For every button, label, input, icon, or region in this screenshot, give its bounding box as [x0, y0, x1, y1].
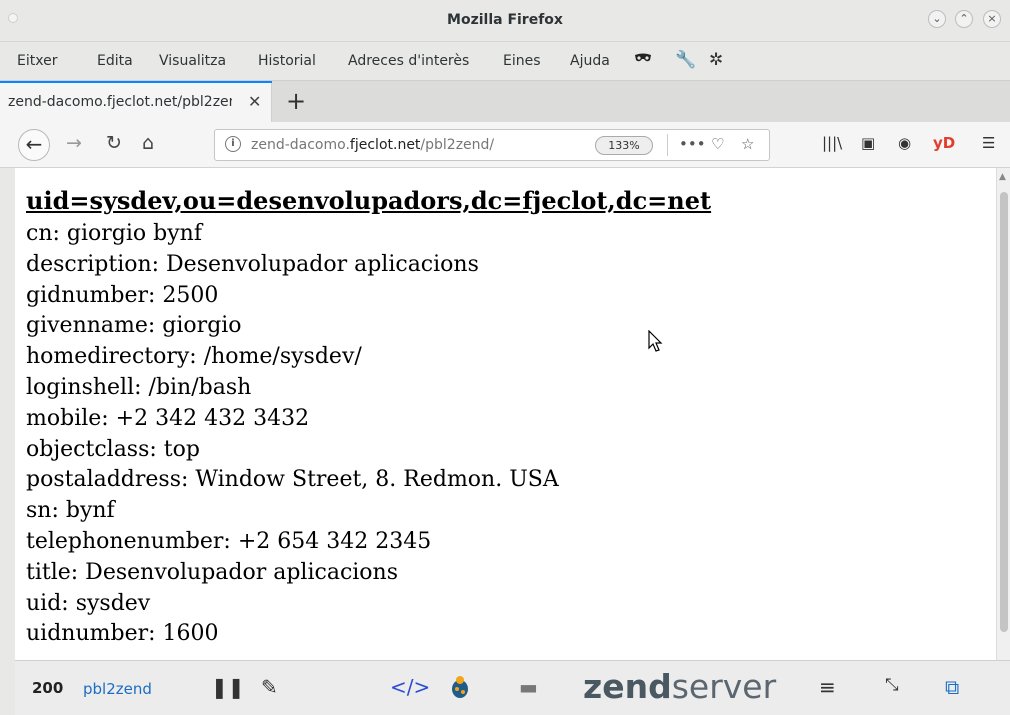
menu-visualitza[interactable]: Visualitza	[159, 53, 226, 69]
menu-edita[interactable]: Edita	[97, 53, 133, 69]
new-tab-icon[interactable]: +	[286, 87, 306, 115]
eraser-icon[interactable]: ✎	[261, 675, 278, 699]
tab-active-indicator	[0, 81, 272, 83]
sidebar-icon[interactable]: ▣	[861, 134, 875, 152]
url-text[interactable]: zend-dacomo.fjeclot.net/pbl2zend/	[251, 137, 494, 153]
gear-icon[interactable]: ✲	[709, 50, 723, 70]
zend-server-logo: zendserver	[583, 667, 777, 706]
attribute-line: objectclass: top	[26, 436, 200, 462]
page-content: uid=sysdev,ou=desenvolupadors,dc=fjeclot…	[15, 168, 996, 660]
wrench-icon[interactable]: 🔧	[675, 50, 696, 70]
yd-extension-icon[interactable]: yD	[933, 134, 955, 152]
tab-active[interactable]: zend-dacomo.fjeclot.net/pbl2zend ✕	[0, 81, 272, 123]
menu-fitxer[interactable]: Eitxer	[17, 53, 57, 69]
menu-ajuda[interactable]: Ajuda	[570, 53, 610, 69]
window-title: Mozilla Firefox	[447, 12, 563, 28]
tab-close-icon[interactable]: ✕	[248, 92, 261, 111]
attribute-line: description: Desenvolupador aplicacions	[26, 251, 479, 277]
attribute-line: loginshell: /bin/bash	[26, 374, 252, 400]
pocket-icon[interactable]: ♡	[711, 135, 724, 153]
attribute-line: cn: giorgio bynf	[26, 221, 202, 246]
site-info-icon[interactable]: i	[225, 136, 241, 152]
hamburger-menu-icon[interactable]: ☰	[982, 134, 995, 152]
entry-dn-link[interactable]: uid=sysdev,ou=desenvolupadors,dc=fjeclot…	[26, 186, 711, 215]
attribute-line: uidnumber: 1600	[26, 621, 219, 647]
mouse-cursor-icon	[648, 330, 663, 352]
http-status-code: 200	[32, 679, 64, 697]
zoom-level-badge[interactable]: 133%	[595, 136, 653, 155]
attribute-line: uid: sysdev	[26, 590, 151, 616]
menu-lines-icon[interactable]: ≡	[819, 675, 836, 699]
menu-bar: Eitxer Edita Visualitza Historial Adrece…	[0, 42, 1010, 80]
minimize-icon[interactable]: ⌄	[928, 10, 946, 28]
attribute-line: telephonenumber: +2 654 342 2345	[26, 528, 432, 554]
attribute-line: mobile: +2 342 432 3432	[26, 405, 310, 431]
window-titlebar: Mozilla Firefox ⌄ ⌃ ×	[0, 0, 1010, 42]
collapse-icon[interactable]: ⤡	[885, 675, 899, 695]
pause-icon[interactable]: ❚❚	[211, 675, 245, 699]
maximize-icon[interactable]: ⌃	[955, 10, 973, 28]
attribute-line: sn: bynf	[26, 498, 115, 524]
attribute-line: postaladdress: Window Street, 8. Redmon.…	[26, 467, 559, 493]
route-link[interactable]: pbl2zend	[83, 680, 152, 698]
attribute-line: gidnumber: 2500	[26, 282, 219, 308]
tab-bar: zend-dacomo.fjeclot.net/pbl2zend ✕ +	[0, 80, 1010, 123]
menu-eines[interactable]: Eines	[503, 53, 541, 69]
attribute-line: title: Desenvolupador aplicacions	[26, 559, 399, 585]
library-icon[interactable]: |||\	[822, 134, 842, 152]
comment-icon[interactable]: ▬	[519, 675, 538, 699]
page-actions-icon[interactable]: •••	[679, 135, 706, 153]
navigation-toolbar: ← → ↻ ⌂ i zend-dacomo.fjeclot.net/pbl2ze…	[0, 122, 1010, 168]
scroll-up-icon[interactable]: ▲	[999, 172, 1006, 182]
forward-arrow-icon[interactable]: →	[66, 132, 82, 154]
bookmark-star-icon[interactable]: ☆	[741, 135, 754, 153]
menu-historial[interactable]: Historial	[258, 53, 316, 69]
menu-adreces[interactable]: Adreces d'interès	[348, 53, 469, 69]
vertical-scrollbar[interactable]: ▲	[996, 168, 1010, 660]
attribute-line: givenname: giorgio	[26, 313, 242, 339]
home-icon[interactable]: ⌂	[142, 132, 154, 154]
attribute-list: cn: giorgio bynf description: Desenvolup…	[26, 219, 559, 650]
code-tag-icon[interactable]: </>	[390, 675, 430, 699]
reload-icon[interactable]: ↻	[106, 132, 122, 154]
external-link-icon[interactable]: ⧉	[945, 675, 959, 699]
attribute-line: homedirectory: /home/sysdev/	[26, 344, 362, 370]
url-separator	[667, 134, 668, 156]
tab-label: zend-dacomo.fjeclot.net/pbl2zend	[8, 94, 232, 110]
mask-icon[interactable]	[634, 50, 652, 70]
zend-server-toolbar: 200 pbl2zend ❚❚ ✎ </> ▬ zendserver ≡ ⤡ ⧉	[15, 660, 1010, 715]
close-window-icon[interactable]: ×	[983, 10, 1001, 28]
bug-icon[interactable]	[449, 675, 471, 704]
scrollbar-thumb[interactable]	[1000, 192, 1008, 632]
back-arrow-icon[interactable]: ←	[18, 129, 50, 161]
account-icon[interactable]: ◉	[898, 134, 911, 152]
url-bar[interactable]: i zend-dacomo.fjeclot.net/pbl2zend/ 133%…	[214, 129, 770, 161]
